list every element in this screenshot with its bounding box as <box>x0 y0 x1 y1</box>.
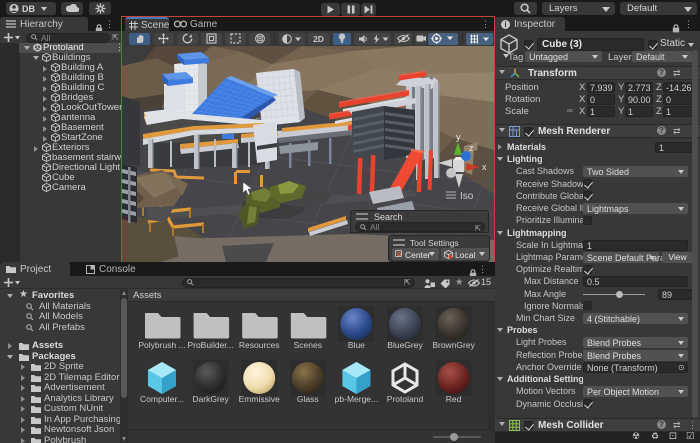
svg-text:BlueGrey: BlueGrey <box>387 340 423 350</box>
svg-text:Scenes: Scenes <box>294 340 322 350</box>
svg-text:Polybrush ...: Polybrush ... <box>138 340 185 350</box>
svg-text:x: x <box>482 162 487 172</box>
svg-text:Blue: Blue <box>348 340 365 350</box>
svg-text:Emmissive: Emmissive <box>239 394 280 404</box>
svg-text:y: y <box>456 132 461 142</box>
svg-text:Protoland: Protoland <box>387 394 424 404</box>
svg-text:Red: Red <box>446 394 462 404</box>
svg-text:Resources: Resources <box>239 340 280 350</box>
svg-text:pb-Merge...: pb-Merge... <box>335 394 378 404</box>
svg-text:Computer...: Computer... <box>140 394 184 404</box>
svg-text:z: z <box>469 143 474 153</box>
svg-text:Glass: Glass <box>297 394 319 404</box>
svg-text:ProBuilder...: ProBuilder... <box>187 340 233 350</box>
svg-text:Iso: Iso <box>460 191 474 202</box>
svg-text:BrownGrey: BrownGrey <box>432 340 475 350</box>
svg-text:DarkGrey: DarkGrey <box>192 394 229 404</box>
svg-text:DB: DB <box>22 4 35 14</box>
